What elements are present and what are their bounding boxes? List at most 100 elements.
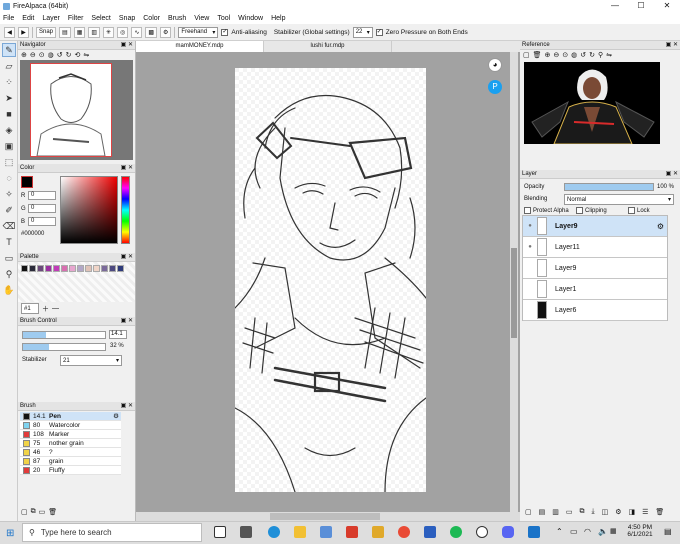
gear-icon[interactable]: ⚙ [657, 222, 664, 231]
brush-item[interactable]: 108 Marker [20, 430, 121, 439]
panel-menu-icon[interactable]: ▣ ✕ [121, 164, 133, 173]
panel-menu-icon[interactable]: ▣ ✕ [121, 317, 133, 326]
layer-properties-icon[interactable]: ⚙ [615, 508, 621, 516]
panel-menu-icon[interactable]: ▣ ✕ [121, 253, 133, 262]
edge-icon[interactable] [268, 526, 280, 538]
photos-icon[interactable] [528, 526, 540, 538]
brush-item[interactable]: 75 nother grain [20, 439, 121, 448]
layer-row[interactable]: Layer6 [523, 300, 667, 321]
menu-window[interactable]: Window [238, 15, 263, 22]
new-8bit-layer-icon[interactable]: ▤ [539, 508, 546, 516]
bucket-tool-icon[interactable]: ◈ [2, 123, 16, 137]
pen-tool-icon[interactable]: ✎ [2, 43, 16, 57]
snap-curve-icon[interactable]: ∿ [131, 26, 143, 38]
layer-row[interactable]: ● Layer9 ⚙ [523, 216, 667, 237]
zoom-fit-icon[interactable]: ⊙ [562, 51, 568, 59]
snap-button[interactable]: Snap [36, 26, 57, 38]
eye-icon[interactable]: ● [523, 223, 537, 229]
drawing-canvas[interactable] [235, 68, 426, 492]
discord-icon[interactable] [502, 526, 514, 538]
chrome-icon[interactable] [398, 526, 410, 538]
hue-slider[interactable] [121, 176, 130, 244]
antialiasing-checkbox[interactable]: ✓ [221, 28, 229, 36]
maximize-button[interactable]: ☐ [628, 0, 654, 12]
palette-swatch[interactable] [101, 265, 108, 272]
network-icon[interactable]: ▭ [570, 527, 578, 536]
eyedropper-tool-icon[interactable]: ⚲ [2, 267, 16, 281]
new-folder-icon[interactable]: ▭ [566, 508, 573, 516]
palette-swatch[interactable] [77, 265, 84, 272]
magic-wand-tool-icon[interactable]: ✧ [2, 187, 16, 201]
brush-size-value[interactable]: 14.1 [109, 330, 127, 339]
delete-reference-icon[interactable]: 🗑 [533, 51, 542, 59]
tab-mammoney[interactable]: mamMONEY.mdp [136, 41, 264, 52]
brush-item[interactable]: 14.1 Pen ⚙ [20, 412, 121, 421]
snap-cross-icon[interactable]: ▦ [73, 26, 86, 38]
layer-opacity-slider[interactable] [564, 183, 654, 191]
rotate-left-icon[interactable]: ↺ [57, 51, 63, 59]
hand-tool-icon[interactable]: ✋ [2, 283, 16, 297]
snap-parallel-icon[interactable]: ▤ [59, 26, 71, 38]
notification-icon[interactable]: ▤ [664, 527, 672, 536]
menu-snap[interactable]: Snap [119, 15, 135, 22]
snap-settings-icon[interactable]: ⚙ [160, 26, 172, 38]
cortana-icon[interactable] [214, 526, 226, 538]
frame-tool-icon[interactable]: ▭ [2, 251, 16, 265]
wifi-icon[interactable]: ◠ [584, 527, 591, 536]
eraser-tool-icon[interactable]: ▱ [2, 59, 16, 73]
brush-mode-select[interactable]: Freehand ▾ [178, 26, 219, 38]
snap-circle-icon[interactable]: ◎ [117, 26, 129, 38]
vertical-scroll-thumb[interactable] [511, 248, 517, 338]
brush-duplicate-icon[interactable]: ⧉ [31, 508, 36, 516]
zoom-in-icon[interactable]: ⊕ [545, 51, 551, 59]
panel-menu-icon[interactable]: ▣ ✕ [121, 41, 133, 50]
minimize-button[interactable]: — [602, 0, 628, 12]
open-reference-icon[interactable]: ▢ [523, 51, 530, 59]
protect-alpha-checkbox[interactable] [524, 207, 531, 214]
dot-pen-tool-icon[interactable]: ⁘ [2, 75, 16, 89]
menu-filter[interactable]: Filter [68, 15, 84, 22]
firealpaca-taskbar-icon[interactable] [476, 526, 488, 538]
delete-layer-icon[interactable]: 🗑 [655, 508, 664, 516]
zoom-out-icon[interactable]: ⊖ [30, 51, 36, 59]
brush-item[interactable]: 20 Fluffy [20, 466, 121, 475]
file-explorer-icon[interactable] [294, 526, 306, 538]
palette-swatch[interactable] [93, 265, 100, 272]
task-view-icon[interactable] [240, 526, 252, 538]
rotate-right-icon[interactable]: ↻ [589, 51, 595, 59]
close-button[interactable]: ✕ [654, 0, 680, 12]
clear-layer-icon[interactable]: ◫ [602, 508, 609, 516]
lock-checkbox[interactable] [628, 207, 635, 214]
layer-row[interactable]: Layer1 [523, 279, 667, 300]
brush-add-icon[interactable]: ▢ [21, 508, 28, 516]
rotate-left-icon[interactable]: ↺ [580, 51, 586, 59]
rotate-right-icon[interactable]: ↻ [66, 51, 72, 59]
new-1bit-layer-icon[interactable]: ▥ [552, 508, 559, 516]
merge-down-icon[interactable]: ⤓ [592, 508, 595, 516]
tray-chevron-icon[interactable]: ⌃ [556, 527, 563, 536]
brush-size-slider[interactable] [22, 331, 106, 339]
zero-pressure-checkbox[interactable]: ✓ [375, 28, 383, 36]
gradient-tool-icon[interactable]: ▣ [2, 139, 16, 153]
lasso-tool-icon[interactable]: ◌ [2, 171, 16, 185]
palette-remove-icon[interactable]: — [52, 305, 59, 312]
brush-delete-icon[interactable]: 🗑 [48, 508, 57, 516]
g-input[interactable]: 0 [28, 204, 56, 213]
text-tool-icon[interactable]: T [2, 235, 16, 249]
menu-brush[interactable]: Brush [168, 15, 186, 22]
r-input[interactable]: 0 [28, 191, 56, 200]
menu-edit[interactable]: Edit [22, 15, 34, 22]
zoom-in-icon[interactable]: ⊕ [21, 51, 27, 59]
layer-mask-icon[interactable]: ◨ [629, 508, 636, 516]
brush-item[interactable]: 87 grain [20, 457, 121, 466]
select-tool-icon[interactable]: ⬚ [2, 155, 16, 169]
menu-view[interactable]: View [194, 15, 209, 22]
mascot-icon[interactable]: ◕ [488, 58, 502, 72]
navigator-preview[interactable] [20, 60, 133, 160]
menu-color[interactable]: Color [143, 15, 160, 22]
zoom-out-icon[interactable]: ⊖ [553, 51, 559, 59]
layer-menu-icon[interactable]: ☰ [642, 508, 648, 516]
volume-icon[interactable]: 🔈 [598, 527, 608, 536]
rotate-reset-icon[interactable]: ⟲ [74, 51, 80, 59]
palette-swatch[interactable] [53, 265, 60, 272]
